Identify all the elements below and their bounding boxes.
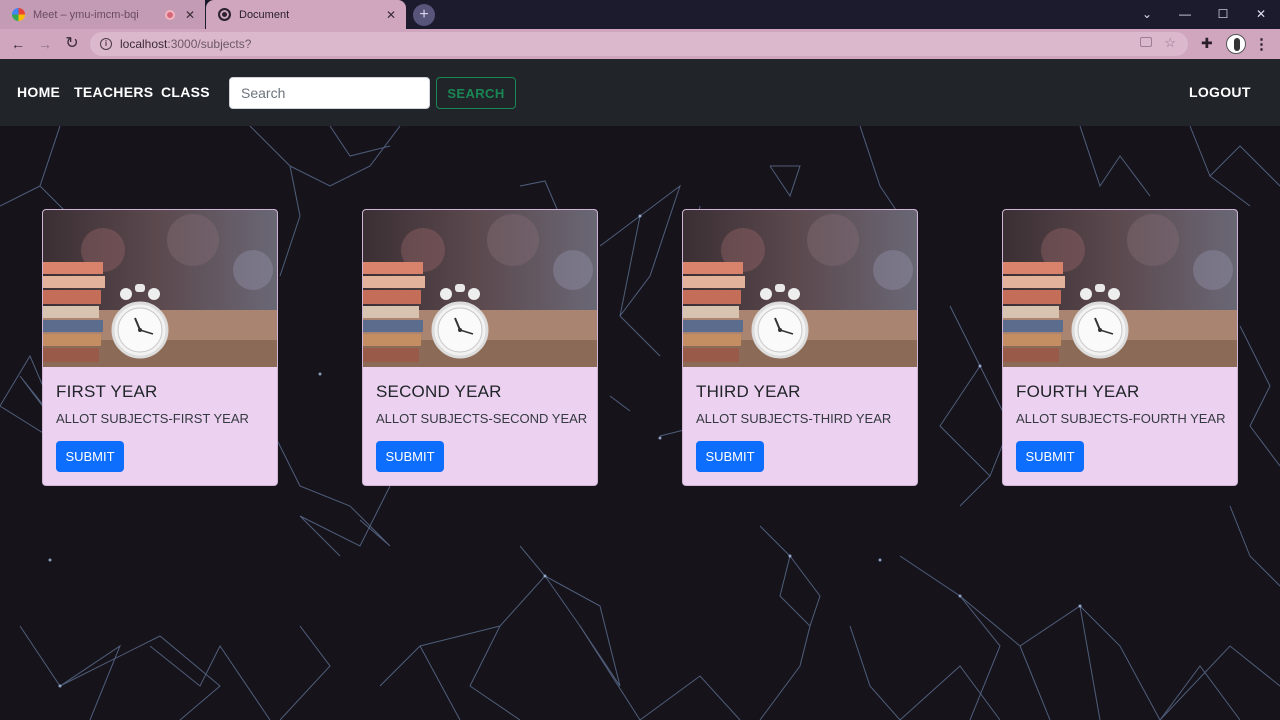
card-title: THIRD YEAR <box>696 382 801 401</box>
reload-button[interactable]: ↻ <box>61 33 83 55</box>
submit-button[interactable]: SUBMIT <box>56 441 124 472</box>
recording-icon <box>165 9 175 20</box>
url-text: localhost:3000/subjects? <box>120 37 251 51</box>
nav-link-teachers[interactable]: TEACHERS <box>74 84 153 100</box>
books-clock-image <box>43 210 277 367</box>
card-title: FIRST YEAR <box>56 382 158 401</box>
screen-share-icon[interactable] <box>1140 37 1152 47</box>
google-meet-icon <box>12 8 25 21</box>
card-third-year: THIRD YEAR ALLOT SUBJECTS-THIRD YEAR SUB… <box>682 209 918 486</box>
browser-toolbar: ← → ↻ i localhost:3000/subjects? ☆ <box>0 29 1280 59</box>
url-host: localhost <box>120 37 168 51</box>
menu-kebab-icon[interactable]: ⋮ <box>1254 35 1269 53</box>
card-second-year: SECOND YEAR ALLOT SUBJECTS-SECOND YEAR S… <box>362 209 598 486</box>
site-info-icon[interactable]: i <box>100 38 112 50</box>
logout-link[interactable]: LOGOUT <box>1189 84 1251 100</box>
search-input[interactable] <box>229 77 430 109</box>
submit-button[interactable]: SUBMIT <box>696 441 764 472</box>
tab-title: Meet – ymu-imcm-bqi <box>33 8 139 21</box>
card-first-year: FIRST YEAR ALLOT SUBJECTS-FIRST YEAR SUB… <box>42 209 278 486</box>
profile-avatar[interactable] <box>1226 34 1246 54</box>
card-text: ALLOT SUBJECTS-FIRST YEAR <box>56 411 249 426</box>
bookmark-star-icon[interactable]: ☆ <box>1164 35 1176 51</box>
nav-link-home[interactable]: HOME <box>17 84 60 100</box>
tab-meet[interactable]: Meet – ymu-imcm-bqi ✕ <box>0 0 205 29</box>
back-button[interactable]: ← <box>7 33 29 55</box>
forward-button[interactable]: → <box>34 33 56 55</box>
new-tab-button[interactable]: + <box>413 4 435 26</box>
submit-button[interactable]: SUBMIT <box>1016 441 1084 472</box>
url-path: :3000/subjects? <box>167 37 252 51</box>
close-icon[interactable]: ✕ <box>181 8 199 22</box>
submit-button[interactable]: SUBMIT <box>376 441 444 472</box>
card-fourth-year: FOURTH YEAR ALLOT SUBJECTS-FOURTH YEAR S… <box>1002 209 1238 486</box>
tab-title: Document <box>239 8 290 21</box>
nav-link-class[interactable]: CLASS <box>161 84 210 100</box>
extensions-puzzle-icon[interactable]: ✚ <box>1201 35 1213 52</box>
minimize-button[interactable]: — <box>1166 0 1204 29</box>
books-clock-image <box>683 210 917 367</box>
card-title: SECOND YEAR <box>376 382 502 401</box>
close-window-button[interactable]: ✕ <box>1242 0 1280 29</box>
search-button[interactable]: SEARCH <box>436 77 516 109</box>
address-bar[interactable]: i localhost:3000/subjects? ☆ <box>90 32 1188 56</box>
maximize-button[interactable]: ☐ <box>1204 0 1242 29</box>
globe-icon <box>218 8 231 21</box>
site-navbar: HOME TEACHERS CLASS SEARCH LOGOUT <box>0 59 1280 126</box>
tab-document[interactable]: Document ✕ <box>206 0 406 29</box>
books-clock-image <box>1003 210 1237 367</box>
card-title: FOURTH YEAR <box>1016 382 1140 401</box>
books-clock-image <box>363 210 597 367</box>
card-text: ALLOT SUBJECTS-SECOND YEAR <box>376 411 588 426</box>
tab-search-chevron-icon[interactable]: ⌄ <box>1128 0 1166 29</box>
browser-tabstrip: Meet – ymu-imcm-bqi ✕ Document ✕ + ⌄ — ☐… <box>0 0 1280 29</box>
card-text: ALLOT SUBJECTS-FOURTH YEAR <box>1016 411 1226 426</box>
card-text: ALLOT SUBJECTS-THIRD YEAR <box>696 411 892 426</box>
close-icon[interactable]: ✕ <box>382 8 400 22</box>
